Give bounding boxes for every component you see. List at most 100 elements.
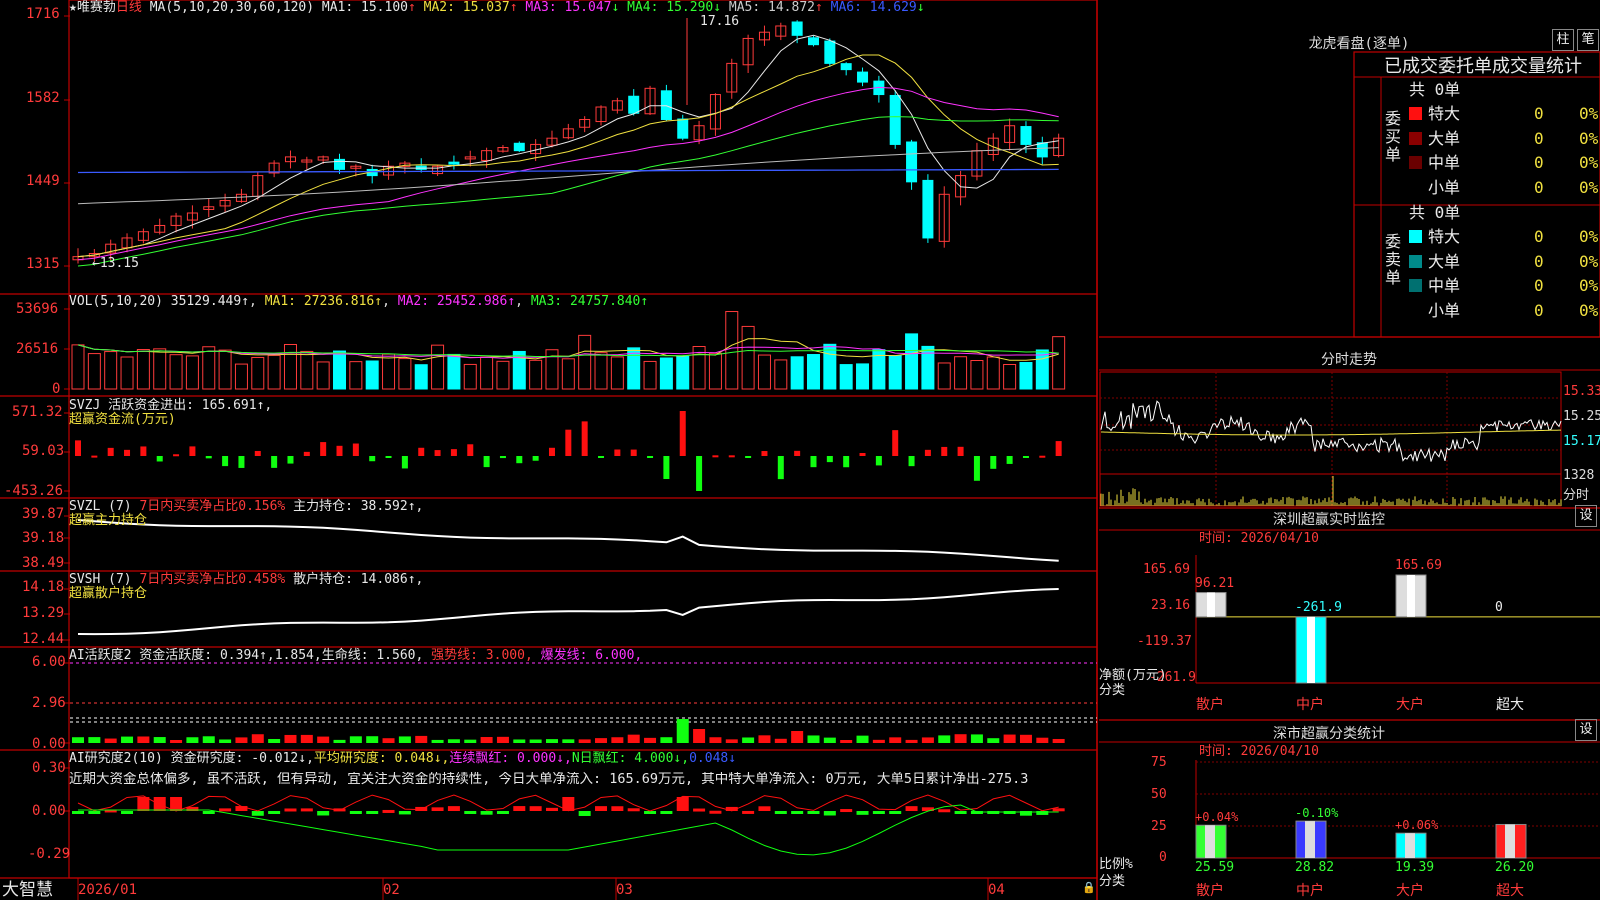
fund-flow-bar (777, 456, 784, 480)
svsh-axis-label: 12.44 (22, 631, 65, 647)
activity-bar (758, 735, 771, 743)
svsh-sub: 超赢散户持仓 (69, 586, 148, 601)
fund-flow-bar (369, 456, 376, 462)
order-row: 小单 0 0% (1409, 177, 1599, 197)
order-count: 0 (1534, 300, 1544, 320)
fund-flow-bar (973, 456, 980, 481)
price-axis-label: 1582 (26, 90, 60, 106)
activity-bar (970, 734, 983, 743)
monitor-bar-value: 96.21 (1195, 575, 1235, 591)
research-bar (840, 809, 853, 813)
candle-body (1020, 126, 1032, 145)
bar-mode-button[interactable]: 柱 (1552, 29, 1574, 51)
volume-bar (790, 356, 804, 390)
volume-bar (954, 356, 968, 390)
classify-change-label: +0.04% (1195, 810, 1239, 825)
activity-bar (137, 736, 150, 743)
research-avg-line (78, 804, 1059, 856)
activity-bar (202, 736, 215, 743)
classify-x-caption: 分类 (1099, 874, 1126, 889)
candle-body (513, 142, 525, 152)
research-bar (480, 811, 493, 815)
fund-flow-bar (516, 456, 523, 464)
ma-value-6: MA6: 14.629↓ (822, 0, 925, 15)
research-bar (709, 810, 722, 814)
research-bar (774, 811, 787, 814)
intraday-volume-unit: 分时 (1563, 488, 1590, 503)
research-bar (349, 811, 362, 814)
low-mark: ←13.15 (92, 256, 139, 271)
activity-bar (938, 735, 951, 743)
color-swatch (1409, 254, 1422, 268)
date-axis-label: 03 (616, 882, 633, 898)
fund-flow-bar (303, 451, 310, 456)
order-row: 中单 0 0% (1409, 154, 1599, 172)
lock-icon[interactable]: 🔒 (1082, 881, 1096, 895)
activity-bar (72, 737, 84, 743)
fund-flow-bar (859, 452, 866, 456)
intraday-frame (1099, 371, 1562, 507)
svsh-axis-label: 14.18 (22, 579, 65, 595)
intraday-axis-label: 15.17 (1563, 434, 1600, 449)
classify-settings-button[interactable]: 设 (1575, 719, 1597, 741)
ma-value-4: MA4: 15.290↓ (619, 0, 722, 15)
volume-bar (414, 364, 428, 390)
fund-flow-bar (140, 446, 147, 456)
volume-bar (823, 343, 837, 390)
star-icon[interactable]: ★ (69, 0, 77, 15)
volume-bar (480, 356, 494, 390)
monitor-category-label: 中户 (1296, 697, 1324, 713)
research-bar (758, 806, 771, 811)
volume-bar (300, 350, 314, 390)
candle-body (628, 95, 640, 114)
candle-body (807, 37, 819, 46)
volume-bar (1052, 336, 1066, 390)
monitor-bar-value: 0 (1495, 600, 1503, 615)
fund-flow-bar (565, 429, 572, 456)
monitor-settings-button[interactable]: 设 (1575, 505, 1597, 527)
high-mark: 17.16 (700, 14, 740, 29)
order-stats-title[interactable]: 已成交委托单成交量统计 (1384, 56, 1599, 78)
main-chart-area[interactable]: ★唯赛勃日线 MA(5,10,20,30,60,120) MA1: 15.100… (0, 0, 1098, 900)
volume-bar (153, 348, 167, 390)
activity-bar (709, 737, 722, 743)
volume-bar (382, 353, 396, 390)
fund-flow-bar (418, 447, 425, 456)
fund-flow-bar (107, 447, 114, 456)
research-bar (807, 811, 820, 814)
monitor-category-label: 大户 (1396, 697, 1424, 713)
period-label[interactable]: 日线 (116, 0, 142, 15)
order-size-label: 小单 (1428, 177, 1461, 197)
volume-bar (136, 349, 150, 390)
fund-flow-bar (467, 444, 474, 456)
color-swatch (1409, 230, 1422, 243)
fund-flow-bar (712, 455, 719, 458)
order-size-label: 特大 (1428, 104, 1461, 123)
research-bar (447, 806, 460, 811)
volume-bar (398, 358, 412, 390)
volume-bar (463, 363, 477, 390)
volume-bar (610, 356, 624, 390)
order-percent: 0% (1579, 227, 1599, 246)
fund-flow-bar (91, 455, 98, 458)
candle-body (857, 71, 869, 83)
order-percent: 0% (1579, 276, 1599, 295)
volume-bar (1003, 363, 1017, 390)
research-bar (268, 811, 281, 814)
research-bar (251, 811, 264, 816)
tick-mode-button[interactable]: 笔 (1577, 29, 1599, 51)
activity-bar (1036, 737, 1049, 743)
monitor-bar-value: 165.69 (1395, 558, 1442, 573)
activity-bar (987, 738, 1000, 743)
research-bar (431, 807, 444, 811)
research-bar (121, 811, 134, 814)
intraday-title: 分时走势 (1321, 352, 1377, 368)
activity-bar (235, 737, 248, 743)
ai-research-header: AI研究度2(10) 资金研究度: -0.012↓,平均研究度: 0.048↓,… (69, 751, 737, 766)
activity-bar (856, 735, 869, 743)
order-percent: 0% (1579, 104, 1599, 123)
classify-axis-label: 25 (1151, 819, 1167, 834)
research-bar (382, 809, 395, 813)
candle-body (840, 63, 852, 71)
order-count: 0 (1534, 104, 1544, 123)
